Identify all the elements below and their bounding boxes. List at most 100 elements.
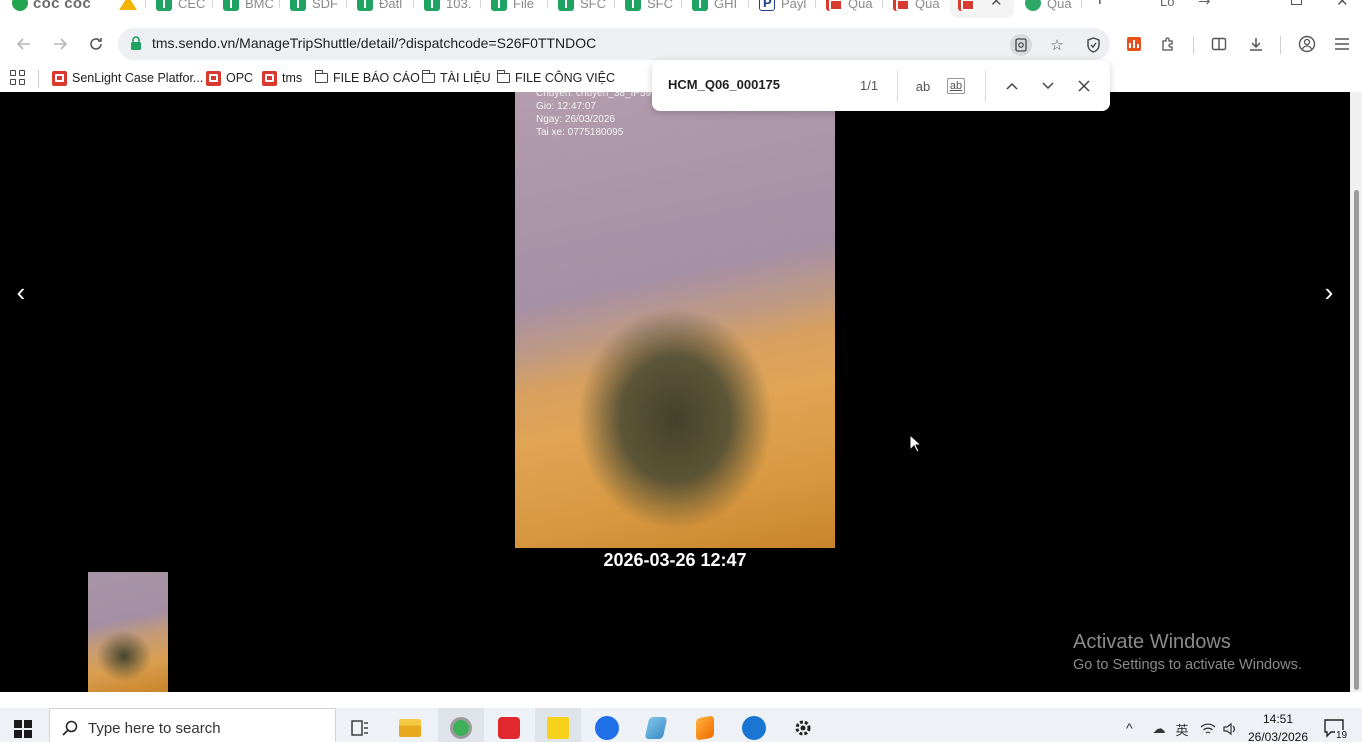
bookmark-label: FILE BÁO CÁO <box>333 71 420 85</box>
tab-item[interactable]: CEC <box>156 0 205 12</box>
google-sheets-icon <box>424 0 440 11</box>
volume-icon[interactable] <box>1221 720 1239 738</box>
bookmark-tms[interactable]: tms <box>262 68 302 88</box>
reload-button[interactable] <box>82 30 110 58</box>
shield-icon[interactable] <box>1082 34 1104 56</box>
zalo-icon[interactable] <box>592 714 622 742</box>
previous-image-button[interactable]: ‹ <box>6 277 36 307</box>
bookmark-star-icon[interactable]: ☆ <box>1046 34 1068 56</box>
tab-separator <box>815 0 816 8</box>
tab-search-label[interactable]: Lo <box>1160 0 1174 9</box>
tab-item[interactable]: Payl <box>759 0 806 12</box>
bookmark-folder-cong-viec[interactable]: FILE CÔNG VIỆC <box>496 68 615 88</box>
tab-item[interactable]: Quả <box>1025 0 1072 12</box>
url-text[interactable]: tms.sendo.vn/ManageTripShuttle/detail/?d… <box>152 35 596 51</box>
download-icon[interactable] <box>1245 33 1267 55</box>
tray-expand-icon[interactable]: ^ <box>1126 720 1133 736</box>
new-tab-icon[interactable]: + <box>1094 0 1106 12</box>
google-sheets-icon <box>290 0 306 11</box>
coccoc-brand[interactable]: cốc cốc <box>12 0 91 12</box>
tab-item[interactable]: Đatl <box>357 0 402 12</box>
window-close-icon[interactable]: ✕ <box>1336 0 1349 10</box>
extension-chart-icon[interactable] <box>1123 33 1145 55</box>
tab-strip: cốc cốc CEC BMC SDF Đatl 103. File SFC S… <box>0 0 1362 22</box>
find-close-button[interactable] <box>1072 74 1096 98</box>
tab-active-content[interactable] <box>958 0 980 12</box>
sendo-icon <box>826 0 843 11</box>
google-sheets-icon <box>223 0 239 11</box>
bookmark-label: TÀI LIỆU <box>440 71 491 85</box>
tab-item[interactable]: SFC <box>625 0 673 12</box>
next-image-button[interactable]: › <box>1314 277 1344 307</box>
taskbar-search[interactable]: Type here to search <box>49 708 336 742</box>
extensions-puzzle-icon[interactable] <box>1157 33 1179 55</box>
tab-label: 103. <box>446 0 472 11</box>
find-input[interactable]: HCM_Q06_000175 <box>668 77 780 92</box>
notepad-icon[interactable] <box>641 714 671 742</box>
split-view-icon[interactable] <box>1208 33 1230 55</box>
tab-item[interactable]: Quả <box>893 0 940 12</box>
coccoc-taskbar-icon[interactable] <box>446 714 476 742</box>
coccoc-logo-icon <box>12 0 28 11</box>
tab-list-icon[interactable]: ⇆ <box>1198 0 1211 8</box>
clock-time[interactable]: 14:51 <box>1249 712 1307 726</box>
tab-google-drive[interactable] <box>119 0 137 12</box>
tab-item[interactable]: BMC <box>223 0 274 12</box>
apps-grid-icon[interactable] <box>10 70 25 85</box>
close-icon <box>1078 80 1090 92</box>
find-in-page-icon[interactable] <box>1010 34 1032 56</box>
tab-close-icon[interactable]: ✕ <box>990 0 1003 10</box>
tab-label: Payl <box>781 0 807 11</box>
tab-separator <box>480 0 481 8</box>
back-button[interactable] <box>10 30 38 58</box>
google-sheets-icon <box>357 0 373 11</box>
tab-label: SDF <box>312 0 338 11</box>
phone-app-icon[interactable] <box>739 714 769 742</box>
profile-avatar-icon[interactable] <box>1296 33 1318 55</box>
sticky-notes-icon[interactable] <box>543 714 573 742</box>
paypal-icon <box>759 0 775 11</box>
secure-lock-icon[interactable] <box>130 36 142 50</box>
bookmark-separator <box>38 70 39 88</box>
folder-icon <box>421 70 435 83</box>
file-explorer-icon[interactable] <box>395 714 425 742</box>
address-bar[interactable]: tms.sendo.vn/ManageTripShuttle/detail/?d… <box>118 28 1110 60</box>
bookmark-folder-bao-cao[interactable]: FILE BÁO CÁO <box>314 68 420 88</box>
delivery-photo[interactable]: Chuyen: chuyen_38_IP59 Gio: 12:47:07 Nga… <box>515 92 835 548</box>
back-arrow-icon <box>16 38 30 50</box>
tab-item[interactable]: 103. <box>424 0 471 12</box>
tab-item[interactable]: SFC <box>558 0 606 12</box>
tab-label: SFC <box>647 0 673 11</box>
windows-start-icon[interactable] <box>14 720 32 738</box>
sublime-icon[interactable] <box>690 714 720 742</box>
find-next-button[interactable] <box>1036 74 1060 98</box>
bookmark-label: tms <box>282 71 303 85</box>
folder-icon <box>314 70 328 83</box>
tab-item[interactable]: GHI <box>692 0 737 12</box>
menu-hamburger-icon[interactable] <box>1331 33 1353 55</box>
wifi-icon[interactable] <box>1199 720 1217 738</box>
task-view-icon[interactable] <box>345 714 375 742</box>
clock-date[interactable]: 26/03/2026 <box>1245 730 1311 742</box>
bookmark-senlight[interactable]: SenLight Case Platfor... <box>52 68 203 88</box>
settings-gear-icon[interactable] <box>788 714 818 742</box>
find-in-page-bar: HCM_Q06_000175 1/1 ab ab <box>652 60 1110 111</box>
bookmark-opc[interactable]: OPC <box>206 68 253 88</box>
match-case-button[interactable]: ab <box>911 74 935 98</box>
input-language-icon[interactable]: 英 <box>1173 720 1191 738</box>
forward-button[interactable] <box>46 30 74 58</box>
onedrive-cloud-icon[interactable]: ☁ <box>1150 720 1168 738</box>
image-lightbox: Chuyen: chuyen_38_IP59 Gio: 12:47:07 Nga… <box>0 92 1350 692</box>
maximize-icon[interactable] <box>1291 0 1302 5</box>
find-previous-button[interactable] <box>1000 74 1024 98</box>
whole-word-button[interactable]: ab <box>947 78 965 94</box>
tab-item[interactable]: Quả <box>826 0 873 12</box>
tab-item[interactable]: SDF <box>290 0 338 12</box>
tab-item[interactable]: File <box>491 0 534 12</box>
bookmark-folder-tai-lieu[interactable]: TÀI LIỆU <box>421 68 491 88</box>
scrollbar-thumb[interactable] <box>1354 190 1359 690</box>
wps-office-icon[interactable] <box>494 714 524 742</box>
minimize-icon[interactable]: — <box>1244 0 1259 7</box>
thumbnail-image[interactable] <box>88 572 168 692</box>
photo-watermark-text: Chuyen: chuyen_38_IP59 Gio: 12:47:07 Nga… <box>536 92 651 139</box>
